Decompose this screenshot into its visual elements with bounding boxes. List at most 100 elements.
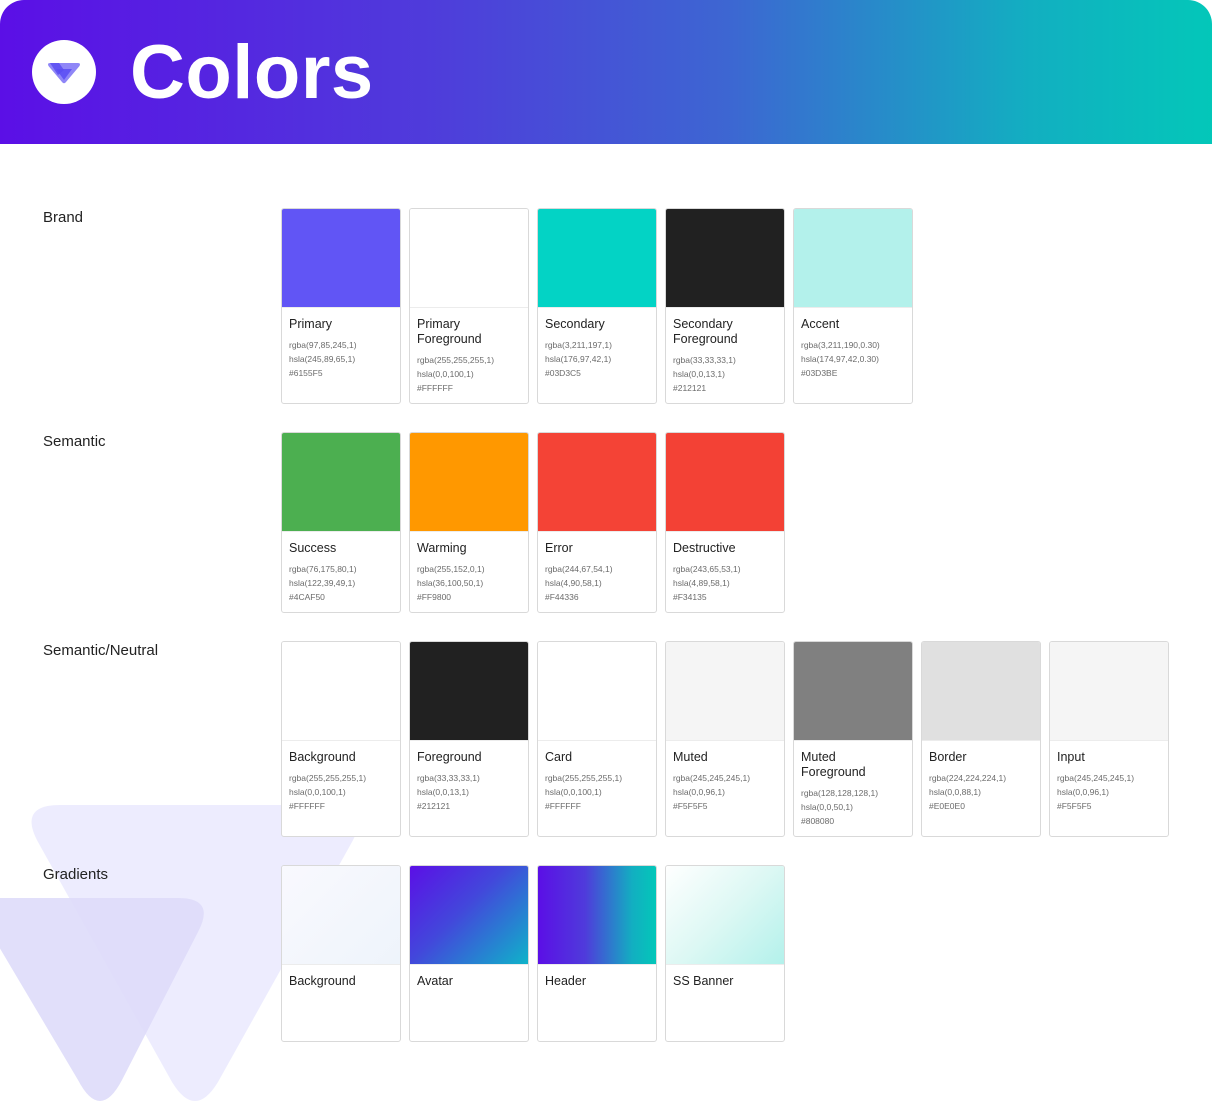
- color-swatch: [666, 433, 784, 532]
- color-swatch: [538, 209, 656, 308]
- color-card-accent: Accent rgba(3,211,190,0.30) hsla(174,97,…: [793, 208, 913, 404]
- color-hex: #FF9800: [417, 592, 452, 602]
- color-swatch: [794, 642, 912, 741]
- color-hsla: hsla(0,0,100,1): [545, 787, 602, 797]
- gradient-swatch: [410, 866, 528, 965]
- color-name: Border: [929, 750, 967, 764]
- color-hex: #F5F5F5: [673, 801, 708, 811]
- color-card-card: Card rgba(255,255,255,1) hsla(0,0,100,1)…: [537, 641, 657, 837]
- gradient-swatch: [538, 866, 656, 965]
- color-name: Accent: [801, 317, 840, 331]
- color-rgba: rgba(76,175,80,1): [289, 564, 357, 574]
- color-hex: #FFFFFF: [545, 801, 581, 811]
- color-card-secondary: Secondary rgba(3,211,197,1) hsla(176,97,…: [537, 208, 657, 404]
- brand-logo-icon: [48, 63, 80, 84]
- color-hex: #FFFFFF: [417, 383, 453, 393]
- color-rgba: rgba(97,85,245,1): [289, 340, 357, 350]
- gradients-swatch-row: Background Avatar Header SS Banner: [281, 865, 785, 1042]
- color-hsla: hsla(0,0,88,1): [929, 787, 981, 797]
- color-swatch: [538, 642, 656, 741]
- color-hsla: hsla(0,0,50,1): [801, 802, 853, 812]
- color-swatch: [666, 209, 784, 308]
- color-hsla: hsla(245,89,65,1): [289, 354, 356, 364]
- color-card-muted-foreground: Muted Foreground rgba(128,128,128,1) hsl…: [793, 641, 913, 837]
- color-name: Secondary Foreground: [673, 317, 738, 346]
- color-swatch: [410, 642, 528, 741]
- semantic-swatch-row: Success rgba(76,175,80,1) hsla(122,39,49…: [281, 432, 785, 613]
- page-title: Colors: [130, 30, 374, 115]
- color-card-muted: Muted rgba(245,245,245,1) hsla(0,0,96,1)…: [665, 641, 785, 837]
- gradient-card-ss-banner: SS Banner: [665, 865, 785, 1042]
- color-hex: #212121: [417, 801, 451, 811]
- color-rgba: rgba(3,211,197,1): [545, 340, 612, 350]
- color-hsla: hsla(0,0,13,1): [673, 369, 725, 379]
- color-rgba: rgba(128,128,128,1): [801, 788, 879, 798]
- color-name: Background: [289, 750, 356, 764]
- color-hsla: hsla(176,97,42,1): [545, 354, 612, 364]
- color-swatch: [282, 209, 400, 308]
- color-rgba: rgba(3,211,190,0.30): [801, 340, 880, 350]
- color-hsla: hsla(0,0,100,1): [289, 787, 346, 797]
- color-hex: #4CAF50: [289, 592, 325, 602]
- color-card-warming: Warming rgba(255,152,0,1) hsla(36,100,50…: [409, 432, 529, 613]
- color-name: Muted: [673, 750, 708, 764]
- color-hex: #F44336: [545, 592, 579, 602]
- color-card-input: Input rgba(245,245,245,1) hsla(0,0,96,1)…: [1049, 641, 1169, 837]
- color-rgba: rgba(33,33,33,1): [417, 773, 480, 783]
- color-name: Card: [545, 750, 573, 764]
- color-rgba: rgba(33,33,33,1): [673, 355, 736, 365]
- color-hex: #808080: [801, 816, 835, 826]
- gradient-name: Avatar: [417, 974, 453, 988]
- gradient-name: Header: [545, 974, 586, 988]
- gradient-swatch: [282, 866, 400, 965]
- color-name: Success: [289, 541, 337, 555]
- color-swatch: [666, 642, 784, 741]
- color-hsla: hsla(122,39,49,1): [289, 578, 356, 588]
- color-swatch: [410, 209, 528, 308]
- color-name: Error: [545, 541, 573, 555]
- color-card-primary-foreground: Primary Foreground rgba(255,255,255,1) h…: [409, 208, 529, 404]
- color-hex: #03D3C5: [545, 368, 581, 378]
- gradient-name: SS Banner: [673, 974, 734, 988]
- color-rgba: rgba(224,224,224,1): [929, 773, 1007, 783]
- gradient-name: Background: [289, 974, 356, 988]
- page-header: Colors: [0, 0, 1212, 144]
- section-label-gradients: Gradients: [43, 866, 109, 883]
- color-name: Foreground: [417, 750, 482, 764]
- gradient-card-header: Header: [537, 865, 657, 1042]
- gradient-swatch: [666, 866, 784, 965]
- color-card-background: Background rgba(255,255,255,1) hsla(0,0,…: [281, 641, 401, 837]
- section-label-neutral: Semantic/Neutral: [43, 642, 159, 659]
- color-name: Primary Foreground: [417, 317, 482, 346]
- color-card-foreground: Foreground rgba(33,33,33,1) hsla(0,0,13,…: [409, 641, 529, 837]
- color-card-secondary-foreground: Secondary Foreground rgba(33,33,33,1) hs…: [665, 208, 785, 404]
- color-swatch: [1050, 642, 1168, 741]
- color-hex: #03D3BE: [801, 368, 838, 378]
- color-hex: #FFFFFF: [289, 801, 325, 811]
- color-name: Primary: [289, 317, 333, 331]
- color-name: Muted Foreground: [801, 750, 866, 779]
- color-card-border: Border rgba(224,224,224,1) hsla(0,0,88,1…: [921, 641, 1041, 837]
- color-rgba: rgba(255,255,255,1): [417, 355, 495, 365]
- color-hex: #6155F5: [289, 368, 323, 378]
- color-card-success: Success rgba(76,175,80,1) hsla(122,39,49…: [281, 432, 401, 613]
- color-rgba: rgba(244,67,54,1): [545, 564, 613, 574]
- color-hsla: hsla(174,97,42,0.30): [801, 354, 879, 364]
- color-hsla: hsla(0,0,13,1): [417, 787, 469, 797]
- logo-badge: [32, 40, 96, 104]
- color-name: Warming: [417, 541, 467, 555]
- color-hsla: hsla(0,0,100,1): [417, 369, 474, 379]
- gradient-card-background: Background: [281, 865, 401, 1042]
- color-swatch: [538, 433, 656, 532]
- color-swatch: [282, 642, 400, 741]
- color-hsla: hsla(4,90,58,1): [545, 578, 602, 588]
- section-label-brand: Brand: [43, 209, 84, 226]
- color-rgba: rgba(255,255,255,1): [545, 773, 623, 783]
- color-rgba: rgba(245,245,245,1): [673, 773, 751, 783]
- color-rgba: rgba(243,65,53,1): [673, 564, 741, 574]
- section-label-semantic: Semantic: [43, 433, 106, 450]
- color-name: Input: [1057, 750, 1085, 764]
- color-rgba: rgba(255,255,255,1): [289, 773, 367, 783]
- color-swatch: [282, 433, 400, 532]
- neutral-swatch-row: Background rgba(255,255,255,1) hsla(0,0,…: [281, 641, 1169, 837]
